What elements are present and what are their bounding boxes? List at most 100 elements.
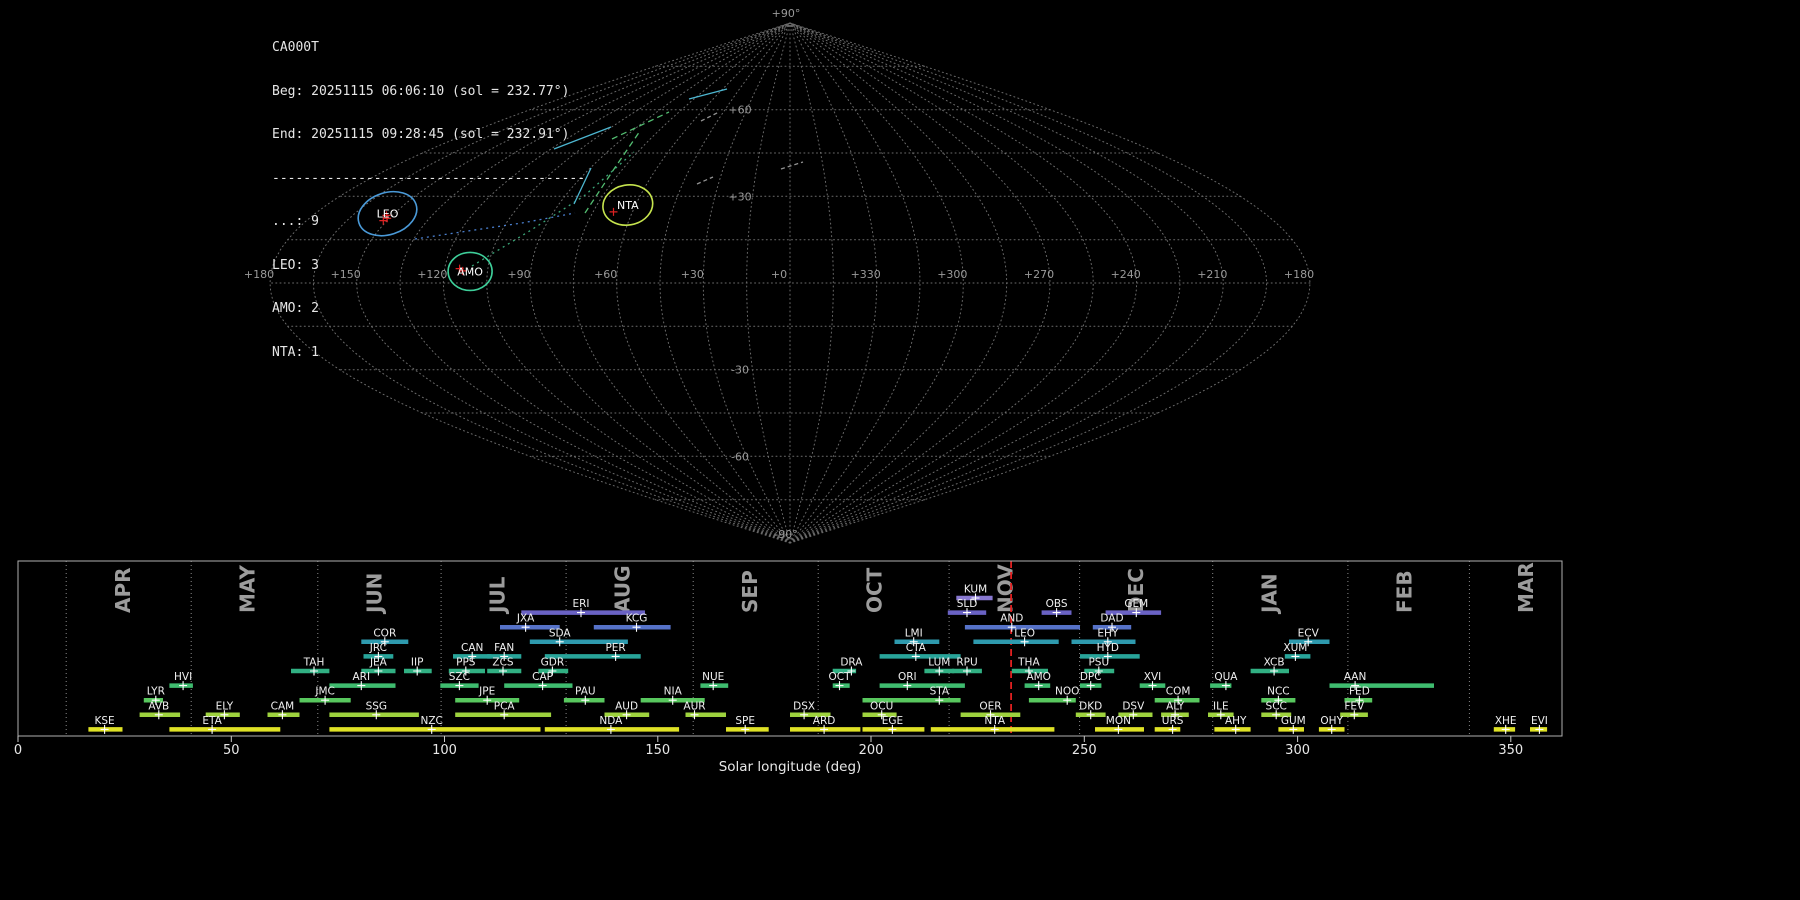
bar-IIP: IIP xyxy=(404,657,432,676)
bar-NOO: NOO xyxy=(1028,686,1079,705)
lon-tick-label: +330 xyxy=(851,268,881,281)
bar-label: XCB xyxy=(1264,657,1285,669)
bar-label: ARI xyxy=(353,671,371,683)
month-label: MAY xyxy=(236,565,260,613)
activity-chart: APR MAY JUN JUL AUG SEP OCT NOV DEC JAN FEB MARKUME… xyxy=(14,560,1563,775)
x-tick-label: 150 xyxy=(645,743,670,758)
bar-label: EGE xyxy=(882,715,903,727)
bar-label: GEM xyxy=(1124,598,1148,610)
bar-ARD: ARD xyxy=(790,715,861,734)
bar-label: FEV xyxy=(1344,700,1365,712)
bar-label: OCT xyxy=(828,671,851,683)
month-label: JAN xyxy=(1257,573,1281,615)
bar-label: DRA xyxy=(840,657,863,669)
bar-LEO: LEO xyxy=(973,627,1059,647)
count-amo: AMO: 2 xyxy=(272,301,319,316)
bar-XCB: XCB xyxy=(1250,657,1289,676)
bar-label: SDA xyxy=(549,627,572,639)
bar-label: AND xyxy=(1000,613,1023,625)
bar-label: CAM xyxy=(271,700,295,712)
bar-label: AVB xyxy=(148,700,169,712)
month-label: SEP xyxy=(738,570,762,613)
bar-OCT: OCT xyxy=(828,671,851,691)
bar-AUR: AUR xyxy=(683,700,726,720)
bar-ZCS: ZCS xyxy=(487,657,522,676)
bar-label: CAP xyxy=(532,671,553,683)
bar-label: PSU xyxy=(1088,657,1109,669)
lat-tick-label: -60 xyxy=(731,450,749,463)
lon-tick-label: +180 xyxy=(1284,268,1314,281)
bar-SLD: SLD xyxy=(947,598,987,618)
bar-CAM: CAM xyxy=(267,700,300,720)
lat-tick-label: -30 xyxy=(731,364,749,377)
bar-label: GDR xyxy=(541,657,565,669)
bar-label: IIP xyxy=(411,657,424,669)
bar-KCG: KCG xyxy=(593,613,671,632)
bar-label: RPU xyxy=(956,657,977,669)
bar-label: ELY xyxy=(216,700,234,712)
x-tick-label: 100 xyxy=(432,743,457,758)
meridian-line xyxy=(572,22,791,544)
count-leo: LEO: 3 xyxy=(272,257,319,273)
bar-label: NTA xyxy=(984,715,1005,727)
lat-tick-label: +90° xyxy=(772,7,801,20)
bar-AHY: AHY xyxy=(1214,715,1251,734)
bar-HVI: HVI xyxy=(169,671,193,691)
bar-label: ALY xyxy=(1166,700,1185,712)
bar-label: FAN xyxy=(494,642,514,654)
bar-label: AMO xyxy=(1026,671,1051,683)
bar-DKD: DKD xyxy=(1075,700,1106,720)
bar-label: NCC xyxy=(1267,686,1290,698)
bar-MON: MON xyxy=(1095,715,1144,734)
bar-XUM: XUM xyxy=(1283,642,1311,661)
lat-tick-label: +30 xyxy=(728,190,751,203)
bar-label: ILE xyxy=(1213,700,1229,712)
bar-label: JPE xyxy=(478,686,495,698)
bar-label: OER xyxy=(979,700,1001,712)
bar-label: LEO xyxy=(1014,627,1035,639)
month-label: FEB xyxy=(1393,570,1417,613)
bar-ORI: ORI xyxy=(879,671,965,691)
bar-label: PER xyxy=(605,642,625,654)
bar-label: TAH xyxy=(303,657,325,669)
meteor-track xyxy=(780,161,804,170)
month-label: AUG xyxy=(611,565,635,613)
bar-EVI: EVI xyxy=(1530,715,1548,734)
bar-label: DSX xyxy=(793,700,815,712)
bar-label: SCC xyxy=(1266,700,1287,712)
bar-label: PAU xyxy=(575,686,596,698)
station-code: CA000T xyxy=(272,40,319,55)
month-label: APR xyxy=(111,567,135,613)
bar-label: ORI xyxy=(898,671,917,683)
bar-label: CAN xyxy=(461,642,483,654)
bar-NZC: NZC xyxy=(329,715,541,734)
bar-label: OHY xyxy=(1320,715,1343,727)
bar-label: OBS xyxy=(1046,598,1068,610)
end-time: End: 20251115 09:28:45 (sol = 232.91°) xyxy=(272,127,570,142)
bar-label: SSG xyxy=(366,700,387,712)
x-tick-label: 50 xyxy=(223,743,240,758)
bar-AAN: AAN xyxy=(1329,671,1434,691)
screenshot-root: CA000T Beg: 20251115 06:06:10 (sol = 232… xyxy=(0,0,1800,900)
lat-tick-label: +60 xyxy=(728,104,751,117)
meridian-line xyxy=(789,22,1138,544)
bar-OBS: OBS xyxy=(1041,598,1072,618)
meteor-track xyxy=(700,111,720,122)
bar-SZC: SZC xyxy=(440,671,479,691)
bar-label: LYR xyxy=(147,686,165,698)
bar-SPE: SPE xyxy=(726,715,769,734)
bar-label: MON xyxy=(1106,715,1131,727)
bar-label: JRC xyxy=(369,642,387,654)
bar-label: KCG xyxy=(626,613,648,625)
bar-label: CTA xyxy=(906,642,927,654)
bar-label: URS xyxy=(1162,715,1184,727)
meteor-track xyxy=(688,88,728,100)
month-label: OCT xyxy=(863,567,887,613)
bar-GUM: GUM xyxy=(1278,715,1306,734)
count-sporadic: ...: 9 xyxy=(272,214,319,229)
bar-label: JMC xyxy=(314,686,335,698)
month-label: JUL xyxy=(486,576,510,615)
x-axis: 0 50 100 150 200 250 300 350 Solar longitude (de… xyxy=(14,736,1523,775)
bar-label: SZC xyxy=(449,671,470,683)
bar-label: GUM xyxy=(1281,715,1306,727)
